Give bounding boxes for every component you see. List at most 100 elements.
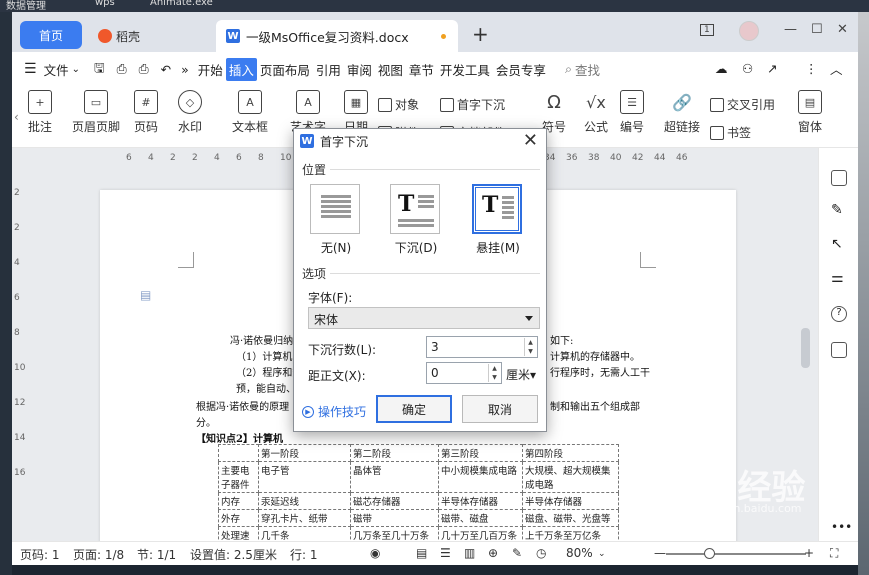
table-cell[interactable]: 晶体管: [350, 461, 439, 493]
menu-reference[interactable]: 引用: [313, 58, 344, 81]
read-view-icon[interactable]: ▥: [464, 546, 475, 560]
tab-document[interactable]: W 一级MsOffice复习资料.docx: [216, 20, 458, 52]
menu-page-layout[interactable]: 页面布局: [257, 58, 313, 81]
table-cell[interactable]: 几十万至几百万条: [438, 526, 523, 541]
search-icon[interactable]: ⌕: [565, 61, 572, 77]
menu-review[interactable]: 审阅: [344, 58, 375, 81]
drop-cap-button[interactable]: 首字下沉: [440, 96, 505, 113]
status-section[interactable]: 节: 1/1: [137, 546, 176, 563]
menu-start[interactable]: 开始: [195, 58, 226, 81]
edit-pen-icon[interactable]: ✎: [831, 202, 847, 218]
tab-daoke[interactable]: 稻壳: [92, 20, 202, 52]
table-cell[interactable]: [218, 444, 259, 462]
menu-developer[interactable]: 开发工具: [437, 58, 493, 81]
unit-select[interactable]: 厘米▾: [506, 366, 536, 383]
chevron-down-icon[interactable]: ⌄: [598, 549, 606, 559]
doc-table[interactable]: 第一阶段 第二阶段 第三阶段 第四阶段 主要电子器件 电子管 晶体管 中小规模集成电路 大规模、…: [218, 444, 619, 541]
table-cell[interactable]: 磁盘、磁带、光盘等: [522, 509, 619, 527]
minimize-button[interactable]: —: [784, 22, 797, 37]
option-none-label[interactable]: 无(N): [306, 239, 366, 256]
page-number-button[interactable]: # 页码: [134, 90, 158, 135]
vertical-ruler[interactable]: 2 2 4 6 8 10 12 14 16: [12, 168, 26, 541]
table-cell[interactable]: 中小规模集成电路: [438, 461, 523, 493]
option-drop[interactable]: T: [390, 184, 440, 234]
write-view-icon[interactable]: ✎: [512, 546, 522, 560]
translate-icon[interactable]: ◷: [536, 546, 546, 560]
status-row[interactable]: 行: 1: [290, 546, 318, 563]
table-cell[interactable]: 内存: [218, 492, 259, 510]
header-footer-button[interactable]: ▭ 页眉页脚: [72, 90, 120, 135]
adjust-slider-icon[interactable]: ⚌: [831, 270, 847, 286]
menu-insert[interactable]: 插入: [225, 57, 257, 81]
page-view-icon[interactable]: ▤: [416, 546, 427, 560]
table-cell[interactable]: 汞延迟线: [258, 492, 351, 510]
watermark-button[interactable]: ◇ 水印: [178, 90, 202, 135]
font-select[interactable]: 宋体: [308, 307, 540, 329]
table-cell[interactable]: 穿孔卡片、纸带: [258, 509, 351, 527]
scrollbar-thumb[interactable]: [801, 328, 810, 368]
table-cell[interactable]: 磁带、磁盘: [438, 509, 523, 527]
ribbon-scroll-left-icon[interactable]: ‹: [14, 110, 19, 124]
distance-stepper[interactable]: 0 ▲ ▼: [426, 362, 502, 384]
help-icon[interactable]: ?: [831, 306, 847, 322]
numbering-button[interactable]: ☰ 编号: [620, 90, 644, 135]
object-button[interactable]: 对象: [378, 96, 419, 113]
chevron-down-icon[interactable]: ⌄: [72, 64, 80, 75]
status-page[interactable]: 页码: 1: [20, 546, 60, 563]
select-cursor-icon[interactable]: ↖: [831, 236, 847, 252]
menu-view[interactable]: 视图: [375, 58, 406, 81]
table-cell[interactable]: 半导体存储器: [522, 492, 619, 510]
zoom-percent[interactable]: 80%: [566, 546, 593, 560]
status-pages[interactable]: 页面: 1/8: [73, 546, 124, 563]
hyperlink-button[interactable]: 🔗 超链接: [664, 90, 700, 135]
zoom-slider-track[interactable]: [666, 553, 806, 555]
cancel-button[interactable]: 取消: [462, 395, 538, 423]
panel-collapse-icon[interactable]: [831, 170, 847, 186]
table-cell[interactable]: 第一阶段: [258, 444, 351, 462]
zoom-in-button[interactable]: +: [804, 546, 814, 560]
table-cell[interactable]: 第四阶段: [522, 444, 619, 462]
zoom-out-button[interactable]: —: [654, 546, 666, 560]
table-cell[interactable]: 处理速度: [218, 526, 259, 541]
option-hanging[interactable]: T: [472, 184, 522, 234]
cross-reference-button[interactable]: 交叉引用: [710, 96, 775, 113]
new-tab-button[interactable]: +: [472, 22, 489, 46]
table-cell[interactable]: 上千万条至万亿条: [522, 526, 619, 541]
textbox-button[interactable]: A 文本框: [232, 90, 268, 135]
dialog-close-button[interactable]: ✕: [523, 130, 538, 151]
ok-button[interactable]: 确定: [376, 395, 452, 423]
table-cell[interactable]: 主要电子器件: [218, 461, 259, 493]
stepper-arrows-icon[interactable]: ▲ ▼: [488, 364, 500, 382]
table-cell[interactable]: 第三阶段: [438, 444, 523, 462]
avatar[interactable]: [739, 21, 759, 41]
drop-lines-stepper[interactable]: 3 ▲ ▼: [426, 336, 538, 358]
bookmark-button[interactable]: 书签: [710, 124, 751, 141]
dialog-title-bar[interactable]: W 首字下沉: [294, 129, 546, 153]
inbox-icon[interactable]: [831, 342, 847, 358]
search-label[interactable]: 查找: [572, 58, 603, 81]
option-drop-label[interactable]: 下沉(D): [386, 239, 446, 256]
redo-icon[interactable]: »: [181, 62, 189, 77]
form-button[interactable]: ▤ 窗体: [798, 90, 822, 135]
share-icon[interactable]: ↗: [767, 61, 777, 76]
table-cell[interactable]: 几千条: [258, 526, 351, 541]
table-cell[interactable]: 几万条至几十万条: [350, 526, 439, 541]
zoom-slider-knob[interactable]: [704, 548, 715, 559]
collapse-ribbon-icon[interactable]: ︿: [830, 59, 843, 78]
table-cell[interactable]: 第二阶段: [350, 444, 439, 462]
fullscreen-icon[interactable]: ⛶: [830, 546, 838, 561]
table-cell[interactable]: 外存: [218, 509, 259, 527]
close-window-button[interactable]: ✕: [837, 22, 848, 37]
stepper-arrows-icon[interactable]: ▲ ▼: [524, 338, 536, 356]
table-cell[interactable]: 磁芯存储器: [350, 492, 439, 510]
option-none[interactable]: [310, 184, 360, 234]
maximize-button[interactable]: ☐: [811, 22, 823, 37]
table-cell[interactable]: 半导体存储器: [438, 492, 523, 510]
more-dots-icon[interactable]: •••: [831, 520, 852, 536]
menu-file[interactable]: 文件: [41, 58, 72, 81]
table-cell[interactable]: 电子管: [258, 461, 351, 493]
window-count-button[interactable]: 1: [700, 24, 714, 36]
menu-member[interactable]: 会员专享: [493, 58, 549, 81]
status-setting[interactable]: 设置值: 2.5厘米: [190, 546, 277, 563]
comment-button[interactable]: + 批注: [28, 90, 52, 135]
